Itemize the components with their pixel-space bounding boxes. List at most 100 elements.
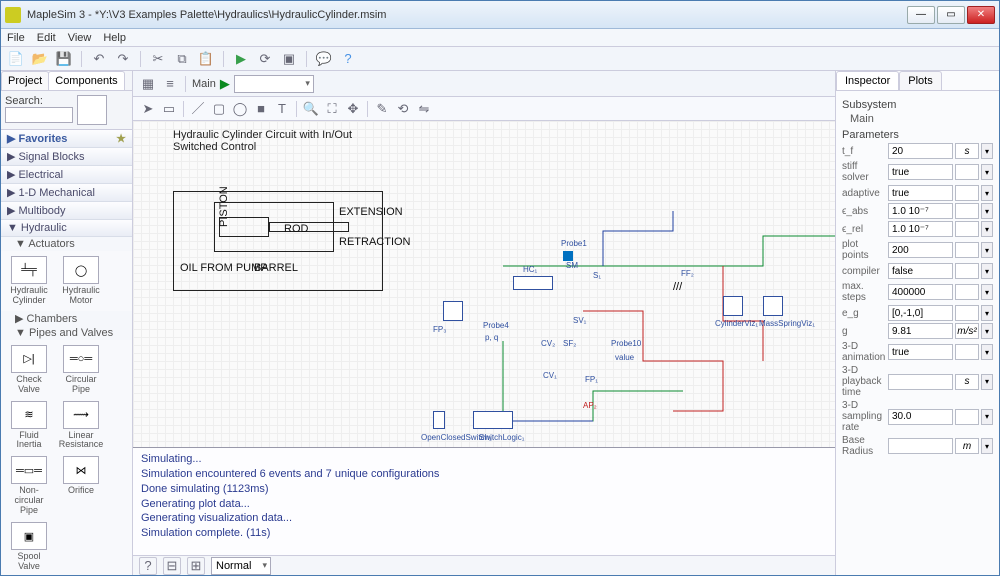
menu-file[interactable]: File: [7, 32, 25, 44]
param-value[interactable]: [888, 438, 953, 454]
pan-icon[interactable]: ✥: [344, 100, 362, 118]
minimize-button[interactable]: —: [907, 6, 935, 24]
param-value[interactable]: true: [888, 164, 953, 180]
undo-icon[interactable]: ↶: [90, 50, 108, 68]
fill-icon[interactable]: ■: [252, 100, 270, 118]
palette-item[interactable]: ⟿Linear Resistance: [56, 399, 106, 453]
text-icon[interactable]: T: [273, 100, 291, 118]
block-hc1[interactable]: [513, 276, 553, 290]
param-value[interactable]: 1.0 10⁻⁷: [888, 221, 953, 237]
param-dropdown[interactable]: ▾: [981, 164, 993, 180]
param-value[interactable]: 200: [888, 242, 953, 258]
line-icon[interactable]: ／: [189, 100, 207, 118]
param-value[interactable]: 9.81: [888, 323, 953, 339]
redo-icon[interactable]: ↷: [114, 50, 132, 68]
param-dropdown[interactable]: ▾: [981, 409, 993, 425]
save-icon[interactable]: 💾: [55, 50, 73, 68]
subcat-chambers[interactable]: ▶ Chambers: [1, 311, 132, 326]
block-ff2[interactable]: ///: [673, 281, 693, 301]
param-dropdown[interactable]: ▾: [981, 185, 993, 201]
param-dropdown[interactable]: ▾: [981, 323, 993, 339]
palette-item[interactable]: ╧╤Hydraulic Cylinder: [4, 254, 54, 308]
param-dropdown[interactable]: ▾: [981, 374, 993, 390]
nav-play-icon[interactable]: ▶: [220, 77, 230, 90]
param-dropdown[interactable]: ▾: [981, 143, 993, 159]
subcat-actuators[interactable]: ▼ Actuators: [1, 237, 132, 251]
menu-edit[interactable]: Edit: [37, 32, 56, 44]
menu-view[interactable]: View: [68, 32, 92, 44]
zoom-icon[interactable]: 🔍: [302, 100, 320, 118]
menu-help[interactable]: Help: [103, 32, 126, 44]
block-probe1[interactable]: [563, 251, 573, 261]
stop-icon[interactable]: ▣: [280, 50, 298, 68]
param-dropdown[interactable]: ▾: [981, 203, 993, 219]
block-fp3[interactable]: [443, 301, 463, 321]
param-dropdown[interactable]: ▾: [981, 305, 993, 321]
cat-signal-blocks[interactable]: ▶ Signal Blocks: [1, 148, 132, 166]
marquee-icon[interactable]: ▭: [160, 100, 178, 118]
status-help-icon[interactable]: ?: [139, 557, 157, 575]
cat-1d-mechanical[interactable]: ▶ 1-D Mechanical: [1, 184, 132, 202]
block-switchlogic[interactable]: [473, 411, 513, 429]
mirror-icon[interactable]: ⇋: [415, 100, 433, 118]
tab-plots[interactable]: Plots: [899, 71, 941, 90]
cat-hydraulic[interactable]: ▼ Hydraulic: [1, 220, 132, 237]
tab-project[interactable]: Project: [1, 71, 49, 90]
view-grid-icon[interactable]: ▦: [139, 75, 157, 93]
cat-electrical[interactable]: ▶ Electrical: [1, 166, 132, 184]
status-split-icon[interactable]: ⊟: [163, 557, 181, 575]
fit-icon[interactable]: ⛶: [323, 100, 341, 118]
paste-icon[interactable]: 📋: [197, 50, 215, 68]
block-massspring[interactable]: [763, 296, 783, 316]
param-dropdown[interactable]: ▾: [981, 263, 993, 279]
param-value[interactable]: [888, 374, 953, 390]
param-value[interactable]: true: [888, 185, 953, 201]
maximize-button[interactable]: ▭: [937, 6, 965, 24]
status-mode-combo[interactable]: Normal: [211, 557, 271, 575]
search-input[interactable]: [5, 107, 73, 123]
tab-inspector[interactable]: Inspector: [836, 71, 899, 90]
run-icon[interactable]: ▶: [232, 50, 250, 68]
param-value[interactable]: true: [888, 344, 953, 360]
param-value[interactable]: 400000: [888, 284, 953, 300]
view-list-icon[interactable]: ≡: [161, 75, 179, 93]
block-openclosed[interactable]: [433, 411, 445, 429]
pointer-icon[interactable]: ➤: [139, 100, 157, 118]
rect-icon[interactable]: ▢: [210, 100, 228, 118]
cat-multibody[interactable]: ▶ Multibody: [1, 202, 132, 220]
param-value[interactable]: false: [888, 263, 953, 279]
subsystem-combo[interactable]: [234, 75, 314, 93]
help-icon[interactable]: ?: [339, 50, 357, 68]
param-value[interactable]: [0,-1,0]: [888, 305, 953, 321]
refresh-icon[interactable]: ⟳: [256, 50, 274, 68]
palette-item[interactable]: ═▭═Non-circular Pipe: [4, 454, 54, 518]
circle-icon[interactable]: ◯: [231, 100, 249, 118]
palette-item[interactable]: ═○═Circular Pipe: [56, 343, 106, 397]
param-dropdown[interactable]: ▾: [981, 438, 993, 454]
comment-icon[interactable]: 💬: [315, 50, 333, 68]
param-dropdown[interactable]: ▾: [981, 284, 993, 300]
copy-icon[interactable]: ⧉: [173, 50, 191, 68]
diagram-canvas[interactable]: Hydraulic Cylinder Circuit with In/Out S…: [133, 121, 835, 447]
block-cylinderviz[interactable]: [723, 296, 743, 316]
probe-icon[interactable]: ✎: [373, 100, 391, 118]
subcat-pipes-valves[interactable]: ▼ Pipes and Valves: [1, 326, 132, 340]
palette-item[interactable]: ▣Spool Valve: [4, 520, 54, 574]
cut-icon[interactable]: ✂: [149, 50, 167, 68]
status-split2-icon[interactable]: ⊞: [187, 557, 205, 575]
tab-components[interactable]: Components: [48, 71, 124, 90]
new-icon[interactable]: 📄: [7, 50, 25, 68]
param-dropdown[interactable]: ▾: [981, 344, 993, 360]
param-dropdown[interactable]: ▾: [981, 242, 993, 258]
open-icon[interactable]: 📂: [31, 50, 49, 68]
palette-item[interactable]: ▷|Check Valve: [4, 343, 54, 397]
param-dropdown[interactable]: ▾: [981, 221, 993, 237]
param-value[interactable]: 1.0 10⁻⁷: [888, 203, 953, 219]
param-value[interactable]: 30.0: [888, 409, 953, 425]
rotate-icon[interactable]: ⟲: [394, 100, 412, 118]
palette-item[interactable]: ⋈Orifice: [56, 454, 106, 518]
palette-item[interactable]: ≋Fluid Inertia: [4, 399, 54, 453]
cat-favorites[interactable]: ▶ Favorites★: [1, 130, 132, 148]
close-button[interactable]: ✕: [967, 6, 995, 24]
param-value[interactable]: 20: [888, 143, 953, 159]
